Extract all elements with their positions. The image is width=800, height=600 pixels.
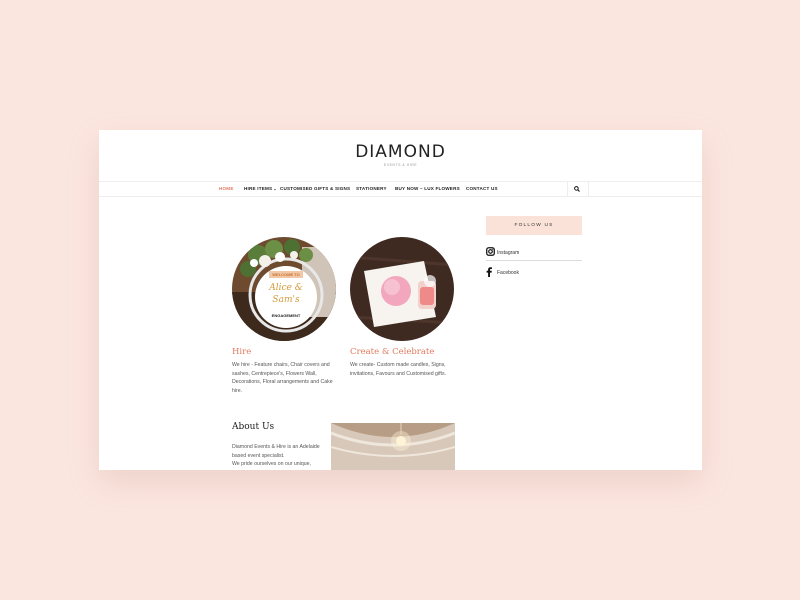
card-title-create-celebrate[interactable]: Create & Celebrate: [350, 347, 434, 357]
browser-page: DIAMOND EVENTS & HIRE HOME HIRE ITEMS⌄ C…: [99, 130, 702, 470]
card-text-create-celebrate: We create- Custom made candles, Signs, i…: [350, 362, 447, 377]
site-tagline: EVENTS & HIRE: [383, 163, 418, 167]
card-text-hire: We hire - Feature chairs, Chair covers a…: [232, 362, 333, 394]
social-label-instagram: Instagram: [497, 250, 520, 256]
search-button[interactable]: [567, 182, 589, 196]
nav-item-customised-gifts[interactable]: CUSTOMISED GIFTS & SIGNS: [280, 186, 350, 191]
social-link-instagram[interactable]: Instagram: [486, 247, 582, 259]
hire-image[interactable]: WELCOME TO Alice & Sam's ENGAGEMENT: [232, 237, 336, 341]
facebook-icon: [486, 267, 492, 277]
venue-image-graphic: [331, 423, 455, 470]
main-nav: HOME HIRE ITEMS⌄ CUSTOMISED GIFTS & SIGN…: [99, 181, 702, 197]
create-celebrate-image-graphic: [350, 237, 454, 341]
social-divider: [486, 260, 582, 261]
nav-item-buy-now[interactable]: BUY NOW – LUX FLOWERS: [395, 186, 460, 191]
chevron-down-icon: ⌄: [273, 186, 277, 191]
about-heading: About Us: [232, 422, 275, 432]
social-link-facebook[interactable]: Facebook: [486, 267, 582, 279]
nav-item-label: CONTACT US: [466, 186, 498, 191]
create-celebrate-image[interactable]: [350, 237, 454, 341]
nav-item-label: HOME: [219, 186, 234, 191]
about-line: We pride ourselves on our unique,: [232, 461, 311, 467]
about-line: Diamond Events & Hire is an Adelaide bas…: [232, 444, 320, 459]
nav-item-label: BUY NOW – LUX FLOWERS: [395, 186, 460, 191]
nav-item-stationery[interactable]: STATIONERY: [356, 186, 387, 191]
sign-names-line-2: Sam's: [272, 295, 300, 305]
sign-top-text: WELCOME TO: [272, 272, 300, 277]
nav-item-hire-items[interactable]: HIRE ITEMS⌄: [244, 186, 277, 191]
social-label-facebook: Facebook: [497, 270, 519, 276]
nav-item-label: CUSTOMISED GIFTS & SIGNS: [280, 186, 351, 191]
site-logo[interactable]: DIAMOND EVENTS & HIRE: [99, 142, 702, 167]
instagram-icon: [486, 247, 495, 256]
sign-names-line-1: Alice &: [269, 283, 303, 293]
nav-item-label: STATIONERY: [356, 186, 387, 191]
about-text: Diamond Events & Hire is an Adelaide bas…: [232, 443, 332, 469]
follow-us-heading: FOLLOW US: [486, 216, 582, 235]
nav-item-home[interactable]: HOME: [219, 186, 234, 191]
card-title-hire[interactable]: Hire: [232, 347, 251, 357]
about-image: [331, 423, 455, 470]
nav-item-contact-us[interactable]: CONTACT US: [466, 186, 498, 191]
sign-bottom-text: ENGAGEMENT: [271, 313, 301, 318]
site-title: DIAMOND: [355, 142, 446, 162]
nav-item-label: HIRE ITEMS: [244, 186, 273, 191]
search-icon: [574, 186, 580, 192]
